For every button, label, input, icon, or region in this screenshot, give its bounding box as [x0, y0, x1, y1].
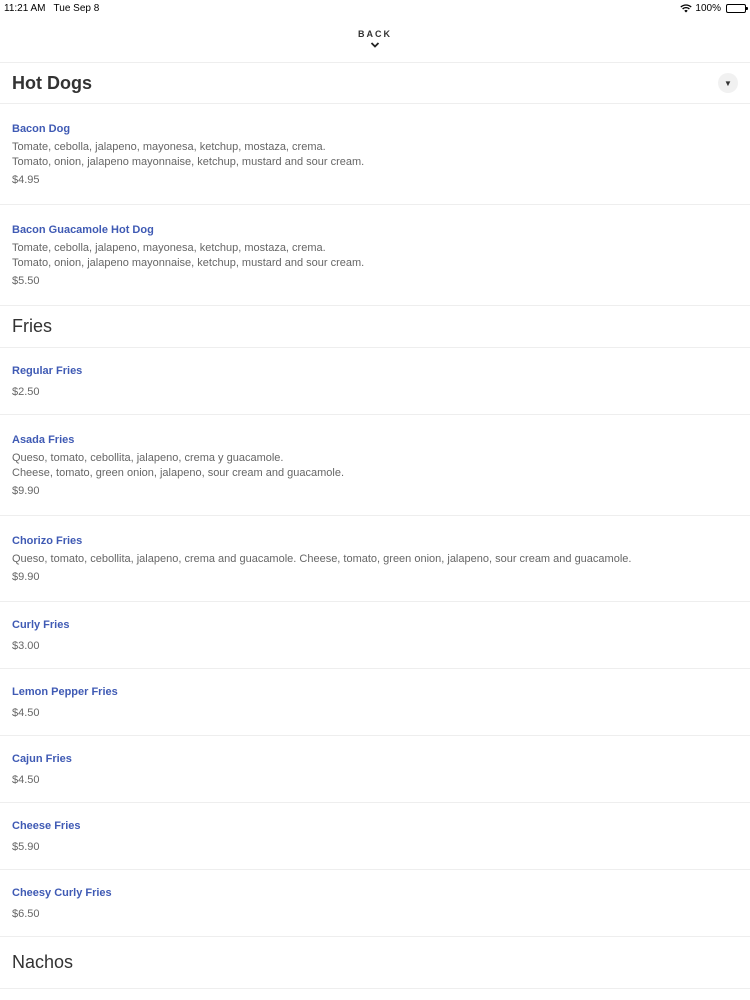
item-description: Tomate, cebolla, jalapeno, mayonesa, ket… [12, 140, 326, 153]
item-price: $3.00 [12, 639, 40, 652]
item-name: Bacon Guacamole Hot Dog [12, 223, 154, 236]
category-header-fries[interactable]: Fries [0, 306, 750, 348]
menu-item-asada-fries[interactable]: Asada Fries Queso, tomato, cebollita, ja… [0, 415, 750, 516]
item-description: Queso, tomato, cebollita, jalapeno, crem… [12, 451, 284, 464]
menu-item-cheesy-curly-fries[interactable]: Cheesy Curly Fries $6.50 [0, 870, 750, 937]
item-name: Asada Fries [12, 433, 75, 446]
item-name: Curly Fries [12, 618, 70, 631]
collapse-toggle-icon[interactable]: ▼ [718, 73, 738, 93]
menu-item-bacon-guacamole-hot-dog[interactable]: Bacon Guacamole Hot Dog Tomate, cebolla,… [0, 205, 750, 306]
menu-item-bacon-dog[interactable]: Bacon Dog Tomate, cebolla, jalapeno, may… [0, 104, 750, 205]
item-price: $4.50 [12, 773, 40, 786]
chevron-down-icon [370, 42, 380, 48]
menu-item-curly-fries[interactable]: Curly Fries $3.00 [0, 602, 750, 669]
item-name: Cheesy Curly Fries [12, 886, 112, 899]
battery-percent: 100% [695, 2, 721, 14]
status-time: 11:21 AM [4, 2, 46, 14]
menu-item-lemon-pepper-fries[interactable]: Lemon Pepper Fries $4.50 [0, 669, 750, 736]
item-price: $4.50 [12, 706, 40, 719]
category-title: Hot Dogs [12, 72, 92, 93]
menu-item-cajun-fries[interactable]: Cajun Fries $4.50 [0, 736, 750, 803]
item-name: Chorizo Fries [12, 534, 83, 547]
item-description: Queso, tomato, cebollita, jalapeno, crem… [12, 552, 632, 565]
status-date: Tue Sep 8 [53, 2, 100, 14]
menu-item-chorizo-fries[interactable]: Chorizo Fries Queso, tomato, cebollita, … [0, 516, 750, 602]
category-title: Fries [12, 316, 52, 336]
item-name: Bacon Dog [12, 122, 71, 135]
item-price: $9.90 [12, 484, 40, 497]
item-price: $2.50 [12, 385, 40, 398]
item-name: Lemon Pepper Fries [12, 685, 118, 698]
item-name: Cajun Fries [12, 752, 72, 765]
item-description: Cheese, tomato, green onion, jalapeno, s… [12, 466, 345, 479]
item-name: Cheese Fries [12, 819, 81, 832]
battery-icon [726, 3, 748, 13]
category-title: Nachos [12, 952, 74, 972]
item-description: Tomato, onion, jalapeno mayonnaise, ketc… [12, 155, 365, 168]
item-price: $4.95 [12, 173, 40, 186]
item-price: $9.90 [12, 570, 40, 583]
back-button[interactable]: BACK [0, 16, 750, 63]
item-name: Regular Fries [12, 364, 83, 377]
status-bar: 11:21 AM Tue Sep 8 100% [0, 0, 750, 16]
item-price: $6.50 [12, 907, 40, 920]
item-description: Tomato, onion, jalapeno mayonnaise, ketc… [12, 256, 365, 269]
category-header-hot-dogs[interactable]: Hot Dogs ▼ [0, 63, 750, 104]
item-price: $5.50 [12, 274, 40, 287]
menu-item-regular-fries[interactable]: Regular Fries $2.50 [0, 348, 750, 415]
item-description: Tomate, cebolla, jalapeno, mayonesa, ket… [12, 241, 326, 254]
back-label: BACK [358, 29, 392, 39]
wifi-icon [680, 3, 693, 12]
category-header-nachos[interactable]: Nachos [0, 937, 750, 989]
menu-item-cheese-fries[interactable]: Cheese Fries $5.90 [0, 803, 750, 870]
item-price: $5.90 [12, 840, 40, 853]
